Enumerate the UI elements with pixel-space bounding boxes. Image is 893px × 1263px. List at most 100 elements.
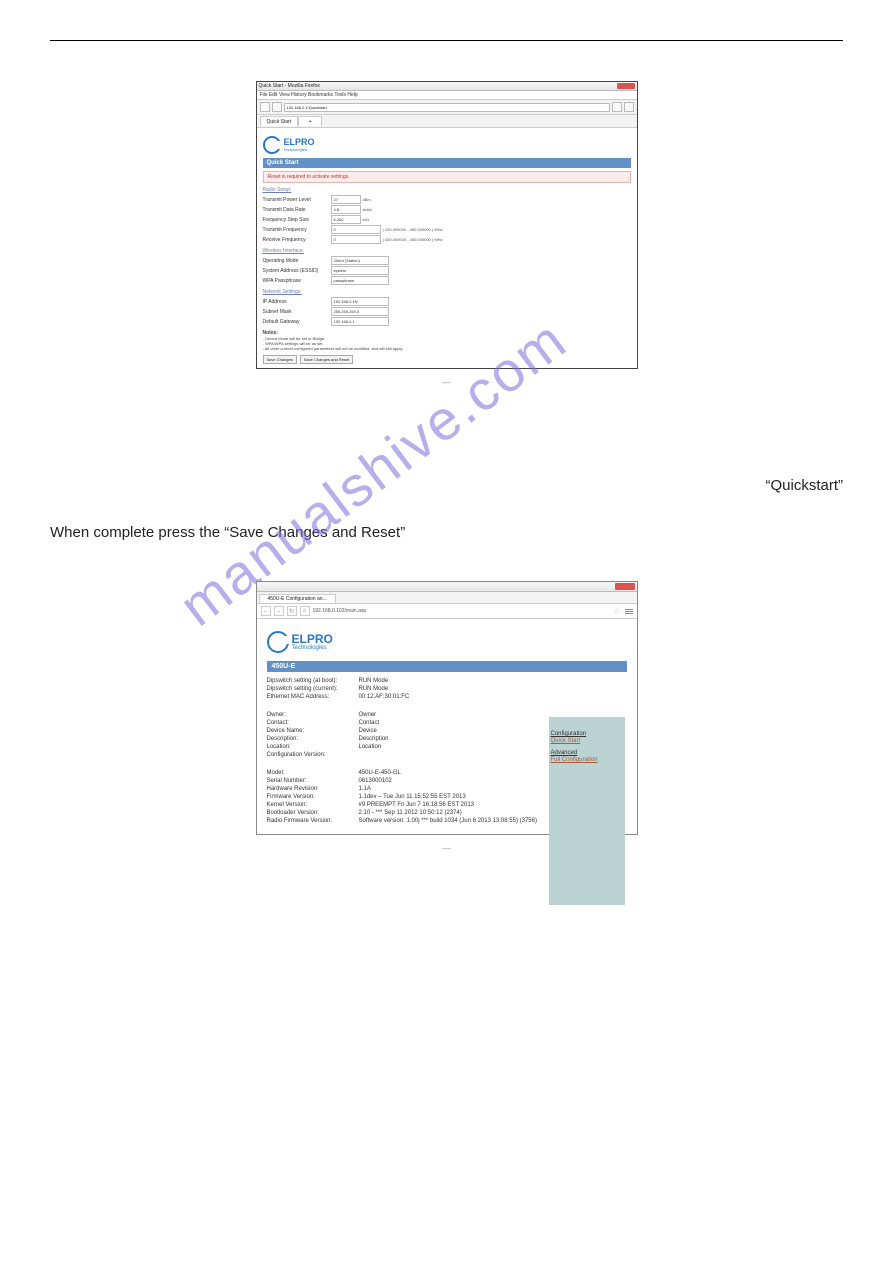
info-val: Owner [359,712,377,718]
info-val: RUN Mode [359,678,389,684]
address-bar-row: 192.168.0.1/Quickstart [257,100,637,115]
figure-dash: — [50,377,843,387]
info-val: 1.1dev – Tue Jun 11 15:52:55 EST 2013 [359,794,466,800]
info-key: Contact: [267,720,359,726]
doc-quickstart-line: “Quickstart” [50,477,843,494]
txpower-input[interactable]: 27 [331,195,361,204]
save-reset-button[interactable]: Save Changes and Reset [300,355,354,364]
logo-text: ELPRO [284,138,315,147]
info-val: Description [359,736,389,742]
browser-tabs: 450U-E Configuration an... [257,592,637,604]
gw-label: Default Gateway [263,319,331,325]
info-key: Firmware Version: [267,794,359,800]
doc-complete-line: When complete press the “Save Changes an… [50,524,843,541]
essid-input[interactable]: system [331,266,389,275]
info-key: Model: [267,770,359,776]
info-key: Location: [267,744,359,750]
info-val: 2.10 - *** Sep 11 2012 10:50:12 (2374) [359,810,462,816]
info-key: Hardware Revision: [267,786,359,792]
info-val: 0613000102 [359,778,392,784]
opmode-select[interactable]: Client (Station) [331,256,389,265]
url-text: 192.168.0.1/Quickstart [287,105,327,110]
mask-label: Subnet Mask [263,309,331,315]
nav-quickstart-link[interactable]: Quick Start [551,738,619,744]
logo-mark-icon [263,136,281,154]
window-title: Quick Start - Mozilla Firefox [259,83,320,89]
close-icon[interactable] [615,583,635,590]
rxfreq-label: Receive Frequency [263,237,331,243]
menu-icon[interactable] [625,609,633,614]
screenshot-quickstart: Quick Start - Mozilla Firefox File Edit … [256,81,638,369]
info-key: Radio Firmware Version: [267,818,359,824]
browser-tab[interactable]: Quick Start [260,116,299,126]
nav-heading: Configuration [551,731,587,737]
info-key: Device Name: [267,728,359,734]
window-titlebar [257,582,637,592]
screenshot-home: 450U-E Configuration an... ← → ↻ ⌂ 192.1… [256,581,638,835]
info-val: 00:12:AF:30:01:FC [359,694,410,700]
info-val: #9 PREEMPT Fri Jun 7 16:18:56 EST 2013 [359,802,475,808]
brand-logo: ELPRO Technologies [267,627,627,661]
info-key: Owner: [267,712,359,718]
opmode-label: Operating Mode [263,258,331,264]
info-val: 450U-E-450-GL [359,770,401,776]
browser-tab[interactable]: 450U-E Configuration an... [259,594,336,603]
note-line: - All other current configured parameter… [263,346,631,351]
info-key: Configuration Version: [267,752,359,758]
page-body: ELPRO Technologies 450U-E Dipswitch sett… [257,619,637,834]
section-network[interactable]: Network Settings: [263,289,631,295]
logo-subtext: Technologies [284,147,315,152]
stepsize-input[interactable]: 6.250 [331,215,361,224]
reset-alert: Reset is required to activate settings. [263,171,631,183]
info-val: Software version: 1.00j *** build 1034 (… [359,818,537,824]
info-val: Device [359,728,377,734]
figure-dash: — [50,843,843,853]
section-radio[interactable]: Radio Setup: [263,187,631,193]
forward-icon[interactable]: → [274,606,284,616]
notes-block: Notes: - Device Mode will be set to Brid… [263,330,631,351]
gw-input[interactable]: 192.168.0.1 [331,317,389,326]
save-button[interactable]: Save Changes [263,355,297,364]
logo-mark-icon [267,631,289,653]
page-title-bar: 450U-E [267,661,627,672]
ip-input[interactable]: 192.168.0.1N [331,297,389,306]
txpower-label: Transmit Power Level [263,197,331,203]
info-key: Dipswitch setting (current): [267,686,359,692]
info-key: Kernel Version: [267,802,359,808]
txfreq-label: Transmit Frequency [263,227,331,233]
new-tab-icon[interactable]: + [298,116,322,126]
home-icon[interactable] [624,102,634,112]
back-icon[interactable] [260,102,270,112]
home-icon[interactable]: ⌂ [300,606,310,616]
url-text[interactable]: 192.168.0.102/main.asp [313,608,611,614]
essid-label: System Address (ESSID) [263,268,331,274]
section-wireless[interactable]: Wireless Interface: [263,248,631,254]
info-val: RUN Mode [359,686,389,692]
address-bar-row: ← → ↻ ⌂ 192.168.0.102/main.asp ☆ [257,604,637,619]
info-val: Contact [359,720,380,726]
logo-text: ELPRO [292,633,333,645]
reload-icon[interactable]: ↻ [287,606,297,616]
txfreq-input[interactable]: 0 [331,225,381,234]
back-icon[interactable]: ← [261,606,271,616]
rxfreq-input[interactable]: 0 [331,235,381,244]
close-icon[interactable] [617,83,635,89]
info-key: Serial Number: [267,778,359,784]
info-key: Dipswitch setting (at boot): [267,678,359,684]
side-nav: Configuration Quick Start Advanced Full … [551,731,619,769]
mask-input[interactable]: 255.255.255.0 [331,307,389,316]
datarate-input[interactable]: 4.8 [331,205,361,214]
info-key: Bootloader Version: [267,810,359,816]
page-body: ELPRO Technologies Quick Start Reset is … [257,128,637,368]
browser-menu[interactable]: File Edit View History Bookmarks Tools H… [257,91,637,100]
nav-fullconfig-link[interactable]: Full Configuration [551,757,619,763]
nav-heading: Advanced [551,750,578,756]
window-titlebar: Quick Start - Mozilla Firefox [257,82,637,91]
address-input[interactable]: 192.168.0.1/Quickstart [284,103,610,112]
brand-logo: ELPRO Technologies [263,132,631,158]
forward-icon[interactable] [272,102,282,112]
stepsize-label: Frequency Step Size [263,217,331,223]
reload-icon[interactable] [612,102,622,112]
wpa-input[interactable]: passphrase [331,276,389,285]
bookmark-star-icon[interactable]: ☆ [614,607,622,615]
